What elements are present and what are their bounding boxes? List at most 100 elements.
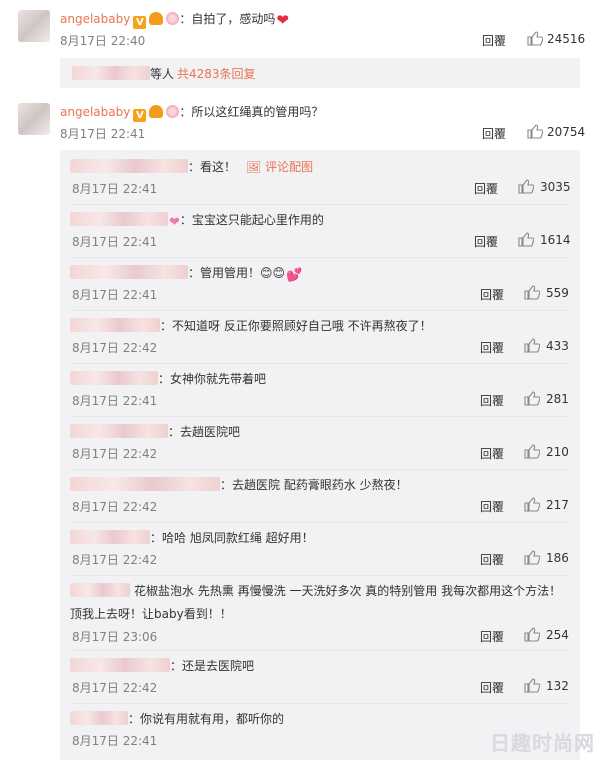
blurred-username[interactable]: [70, 424, 168, 438]
blurred-username[interactable]: [70, 658, 170, 672]
reply-button[interactable]: 回覆: [480, 339, 504, 356]
reply-text: ：不知道呀 反正你要照顾好自己哦 不许再熬夜了！: [160, 319, 432, 333]
reply-button[interactable]: 回覆: [480, 445, 504, 462]
reply-button[interactable]: 回覆: [480, 679, 504, 696]
thumbs-up-icon[interactable]: [524, 678, 540, 693]
reply-button[interactable]: 回覆: [474, 180, 498, 197]
verified-icon: V: [133, 16, 147, 29]
reply-button[interactable]: 回覆: [482, 32, 506, 49]
reply-button[interactable]: 回覆: [480, 286, 504, 303]
reply-text: ：去趟医院 配药膏眼药水 少熬夜！: [220, 478, 408, 492]
thumbs-up-icon[interactable]: [524, 550, 540, 565]
reply-text: ：女神你就先带着吧: [158, 372, 267, 386]
thumbs-up-icon[interactable]: [524, 627, 540, 642]
reply-time: 8月17日 22:42: [72, 681, 158, 695]
divider: [70, 469, 570, 470]
flower-icon: [166, 105, 180, 118]
divider: [70, 257, 570, 258]
comment-text: ：自拍了，感动吗: [179, 12, 276, 26]
thumbs-up-icon[interactable]: [524, 391, 540, 406]
reply-text: ：看这！: [188, 160, 237, 174]
divider: [70, 650, 570, 651]
divider: [70, 310, 570, 311]
heart-icon: ❤: [169, 215, 180, 230]
divider: [70, 363, 570, 364]
reply-text-line2: 顶我上去呀！让baby看到！！: [70, 607, 232, 621]
crown-icon: [149, 12, 164, 25]
like-count: 1614: [540, 233, 571, 247]
reply-text: 花椒盐泡水 先热熏 再慢慢洗 一天洗好多次 真的特别管用 我每次都用这个方法！: [134, 584, 562, 598]
avatar[interactable]: [18, 10, 50, 42]
like-count: 217: [546, 498, 569, 512]
reply-time: 8月17日 22:41: [72, 394, 158, 408]
crown-icon: [149, 105, 164, 118]
comment-1: angelababy V ：自拍了，感动吗❤ 8月17日 22:40 回覆 2451…: [0, 8, 603, 52]
thumbs-up-icon[interactable]: [518, 232, 534, 247]
like-count: 3035: [540, 180, 571, 194]
thumbs-up-icon[interactable]: [524, 497, 540, 512]
reply-text: ：去趟医院吧: [168, 425, 241, 439]
divider: [70, 204, 570, 205]
thumbs-up-icon[interactable]: [524, 444, 540, 459]
comment-time: 8月17日 22:41: [60, 127, 146, 141]
blurred-username[interactable]: [70, 711, 128, 725]
blurred-username[interactable]: [70, 265, 188, 279]
blurred-username[interactable]: [70, 583, 130, 597]
comment-text: ：所以这红绳真的管用吗？: [179, 105, 324, 119]
like-count: 186: [546, 551, 569, 565]
thumbs-up-icon[interactable]: [527, 124, 543, 139]
more-replies-link[interactable]: 共4283条回复: [177, 67, 256, 81]
reply-time: 8月17日 22:42: [72, 447, 158, 461]
reply-item: ：管用管用！😊😊💕 8月17日 22:41 回覆 559: [70, 264, 570, 308]
blurred-username[interactable]: [70, 371, 158, 385]
reply-button[interactable]: 回覆: [480, 498, 504, 515]
like-count: 132: [546, 679, 569, 693]
thumbs-up-icon[interactable]: [524, 285, 540, 300]
reply-text: ：还是去医院吧: [170, 659, 255, 673]
reply-item: ：去趟医院吧 8月17日 22:42 回覆 210: [70, 423, 570, 467]
watermark: 日趣时尚网: [490, 731, 595, 755]
reply-item: ：看这！ 🖼 评论配图 8月17日 22:41 回覆 3035: [70, 158, 571, 202]
like-count: 254: [546, 628, 569, 642]
reply-button[interactable]: 回覆: [480, 628, 504, 645]
thumbs-up-icon[interactable]: [527, 31, 543, 46]
like-count: 281: [546, 392, 569, 406]
verified-icon: V: [133, 109, 147, 122]
blurred-username[interactable]: [70, 318, 160, 332]
heart-icon: ❤: [276, 11, 289, 29]
blurred-username[interactable]: [70, 159, 188, 173]
reply-button[interactable]: 回覆: [482, 125, 506, 142]
username-link[interactable]: angelababy: [60, 12, 130, 26]
reply-button[interactable]: 回覆: [480, 392, 504, 409]
reply-item: ❤：宝宝这只能起心里作用的 8月17日 22:41 回覆 1614: [70, 211, 571, 255]
reply-item: 花椒盐泡水 先热熏 再慢慢洗 一天洗好多次 真的特别管用 我每次都用这个方法！ …: [70, 582, 570, 644]
comment-time: 8月17日 22:40: [60, 34, 146, 48]
reply-time: 8月17日 22:41: [72, 288, 158, 302]
reply-button[interactable]: 回覆: [474, 233, 498, 250]
like-count: 559: [546, 286, 569, 300]
thumbs-up-icon[interactable]: [518, 179, 534, 194]
blurred-username[interactable]: [70, 477, 220, 491]
reply-text: ：管用管用！😊😊: [188, 266, 286, 280]
divider: [70, 575, 570, 576]
reply-time: 8月17日 22:41: [72, 734, 158, 748]
like-count: 210: [546, 445, 569, 459]
reply-button[interactable]: 回覆: [480, 551, 504, 568]
avatar[interactable]: [18, 103, 50, 135]
thumbs-up-icon[interactable]: [524, 338, 540, 353]
image-link[interactable]: 🖼 评论配图: [246, 160, 313, 174]
more-prefix: 等人: [150, 67, 175, 81]
username-link[interactable]: angelababy: [60, 105, 130, 119]
reply-time: 8月17日 22:42: [72, 341, 158, 355]
reply-item: ：还是去医院吧 8月17日 22:42 回覆 132: [70, 657, 570, 701]
reply-text: ：你说有用就有用，都听你的: [128, 712, 285, 726]
blurred-username[interactable]: [70, 212, 168, 226]
blurred-usernames: [72, 66, 150, 80]
reply-text: ：哈哈 旭凤同款红绳 超好用！: [150, 531, 314, 545]
blurred-username[interactable]: [70, 530, 150, 544]
reply-item: ：不知道呀 反正你要照顾好自己哦 不许再熬夜了！ 8月17日 22:42 回覆 …: [70, 317, 570, 361]
more-replies[interactable]: 等人 共4283条回复: [72, 65, 256, 82]
reply-item: ：女神你就先带着吧 8月17日 22:41 回覆 281: [70, 370, 570, 414]
divider: [70, 522, 570, 523]
reply-time: 8月17日 22:41: [72, 182, 158, 196]
